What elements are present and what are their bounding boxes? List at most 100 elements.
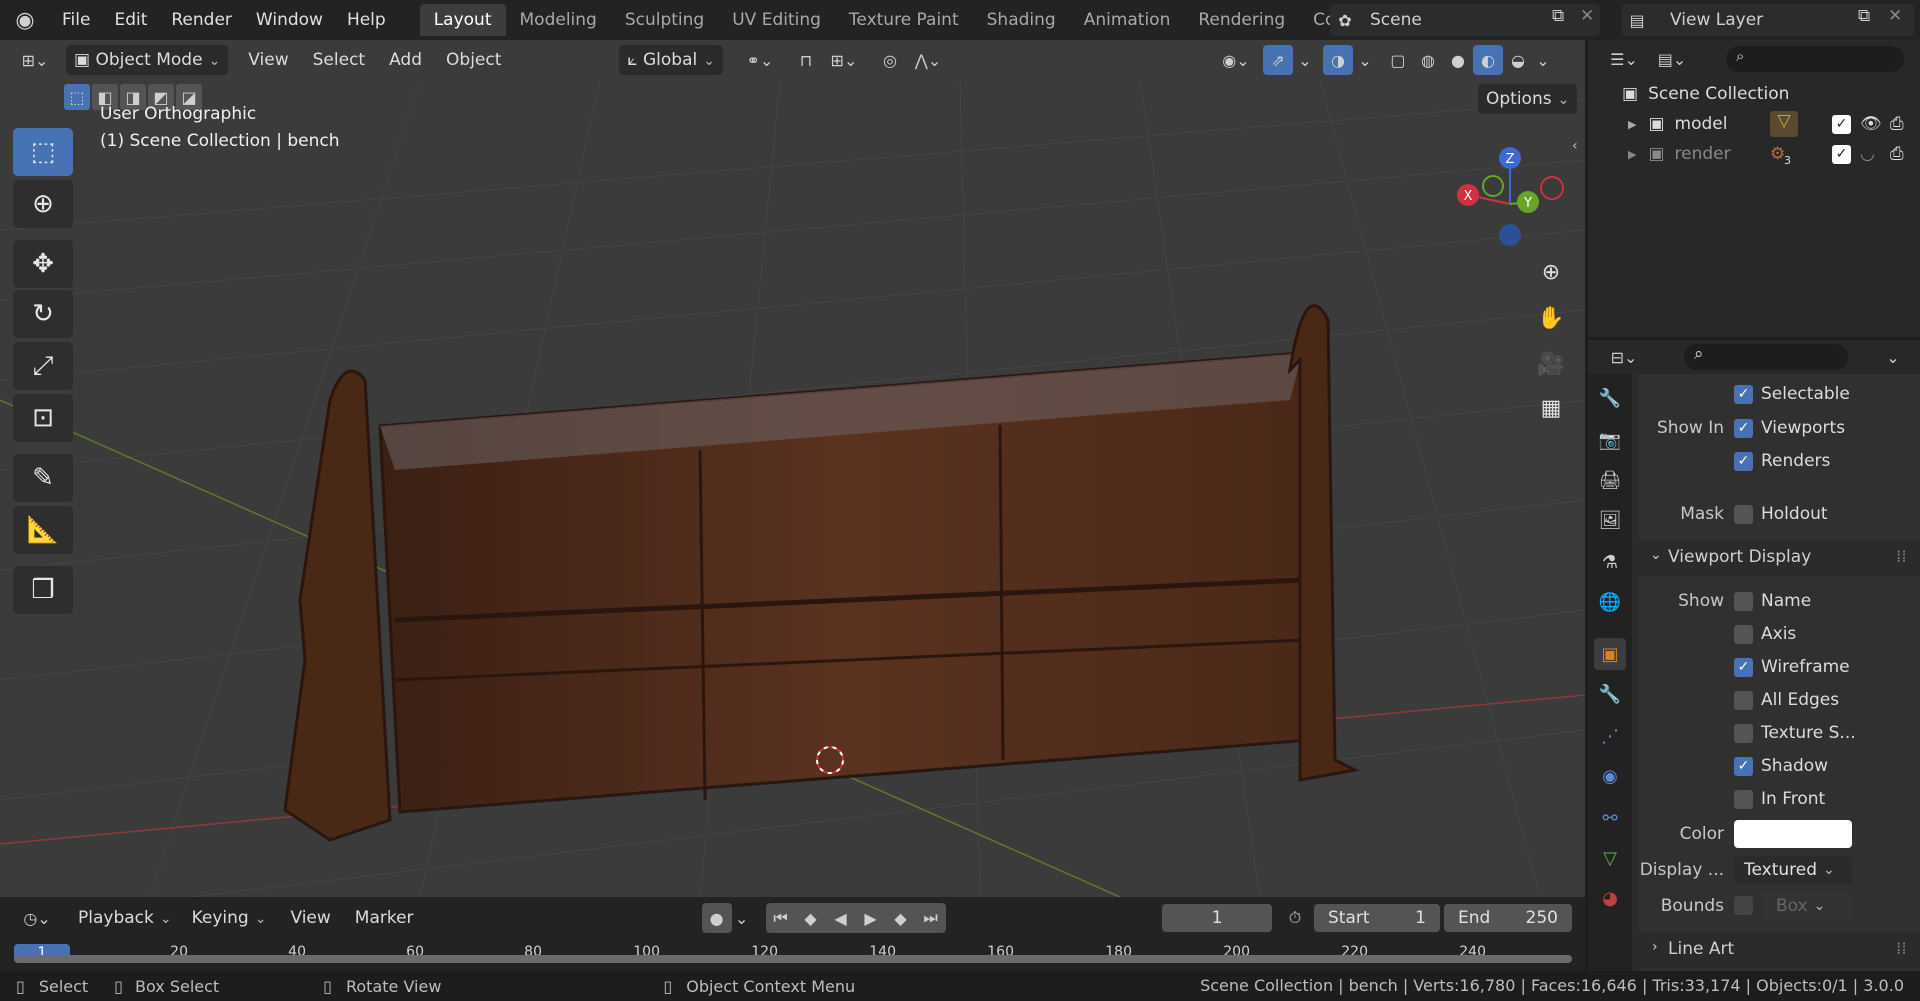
show-shadow-checkbox[interactable]: ✓ Shadow bbox=[1734, 756, 1828, 776]
current-frame-field[interactable]: 1 bbox=[1162, 904, 1272, 932]
xray-icon[interactable]: ▢ bbox=[1383, 45, 1413, 75]
jump-start-icon[interactable]: ⏮ bbox=[766, 903, 796, 933]
object-tab-icon[interactable]: ▣ bbox=[1594, 638, 1626, 670]
select-new-icon[interactable]: ⬚ bbox=[64, 84, 90, 110]
pivot-point-icon[interactable]: ⚭⌄ bbox=[737, 45, 783, 75]
timeline-menu-view[interactable]: View bbox=[282, 903, 338, 933]
eye-icon[interactable]: 👁 bbox=[1860, 114, 1882, 134]
close-scene-icon[interactable]: ✕ bbox=[1580, 6, 1594, 26]
shading-rendered-icon[interactable]: ◒ bbox=[1503, 45, 1533, 75]
snap-icon[interactable]: ⊓ bbox=[791, 45, 821, 75]
bounds-checkbox[interactable] bbox=[1734, 896, 1761, 920]
menu-help[interactable]: Help bbox=[335, 0, 398, 40]
navigation-gizmo[interactable]: Z X Y bbox=[1440, 126, 1580, 256]
tab-shading[interactable]: Shading bbox=[973, 4, 1070, 36]
tab-animation[interactable]: Animation bbox=[1070, 4, 1185, 36]
particles-tab-icon[interactable]: ⋰ bbox=[1594, 720, 1626, 752]
eye-closed-icon[interactable]: ◡ bbox=[1860, 144, 1875, 164]
modifier-tab-icon[interactable]: 🔧 bbox=[1594, 678, 1626, 710]
new-scene-icon[interactable]: ⧉ bbox=[1552, 6, 1564, 26]
cursor-tool[interactable]: ⊕ bbox=[13, 180, 73, 228]
shading-dropdown-icon[interactable]: ⌄ bbox=[1533, 45, 1553, 75]
tab-sculpting[interactable]: Sculpting bbox=[611, 4, 718, 36]
shading-solid-icon[interactable]: ● bbox=[1443, 45, 1473, 75]
ortho-grid-icon[interactable]: ▦ bbox=[1531, 388, 1571, 428]
tab-layout[interactable]: Layout bbox=[419, 4, 506, 36]
menu-edit[interactable]: Edit bbox=[102, 0, 159, 40]
proportional-edit-icon[interactable]: ◎ bbox=[875, 45, 905, 75]
viewport-display-panel-header[interactable]: ⌄ Viewport Display ⁞⁞ bbox=[1638, 540, 1920, 576]
3d-viewport[interactable]: ⊞⌄ ▣ Object Mode View Select Add Object … bbox=[0, 40, 1585, 897]
viewport-menu-view[interactable]: View bbox=[240, 45, 296, 75]
constraints-tab-icon[interactable]: ⚯ bbox=[1594, 802, 1626, 834]
auto-key-icon[interactable]: ● bbox=[701, 903, 732, 933]
tool-tab-icon[interactable]: 🔧 bbox=[1594, 382, 1626, 414]
tab-texture-paint[interactable]: Texture Paint bbox=[835, 4, 973, 36]
scene-selector[interactable]: ✿ Scene ⧉ ✕ bbox=[1330, 4, 1600, 36]
viewports-checkbox[interactable]: ✓ Viewports bbox=[1734, 418, 1845, 438]
next-keyframe-icon[interactable]: ◆ bbox=[886, 903, 916, 933]
outliner-search-input[interactable]: ⌕ bbox=[1726, 46, 1904, 72]
show-axis-checkbox[interactable]: Axis bbox=[1734, 624, 1796, 644]
data-tab-icon[interactable]: ▽ bbox=[1594, 842, 1626, 874]
visibility-icon[interactable]: ◉⌄ bbox=[1213, 45, 1259, 75]
camera-render-icon[interactable]: ⎙ bbox=[1890, 114, 1904, 134]
outliner-scene-collection[interactable]: ▣ Scene Collection bbox=[1622, 84, 1789, 104]
pan-hand-icon[interactable]: ✋ bbox=[1531, 298, 1571, 338]
selectable-checkbox[interactable]: ✓ Selectable bbox=[1734, 384, 1850, 404]
auto-key-dropdown-icon[interactable]: ⌄ bbox=[732, 903, 752, 933]
outliner-editor-icon[interactable]: ☰⌄ bbox=[1602, 44, 1646, 74]
menu-render[interactable]: Render bbox=[159, 0, 244, 40]
world-tab-icon[interactable]: 🌐 bbox=[1594, 586, 1626, 618]
drag-handle-icon[interactable]: ⁞⁞ bbox=[1896, 939, 1907, 959]
transform-tool[interactable]: ⊡ bbox=[13, 394, 73, 442]
outliner-item-model[interactable]: ▶ ▣ model ▽ ✓ 👁 ⎙ bbox=[1628, 111, 1918, 137]
gizmo-dropdown-icon[interactable]: ⌄ bbox=[1293, 45, 1317, 75]
viewport-menu-object[interactable]: Object bbox=[438, 45, 509, 75]
shading-material-icon[interactable]: ◐ bbox=[1472, 45, 1503, 75]
holdout-checkbox[interactable]: Holdout bbox=[1734, 504, 1828, 524]
material-tab-icon[interactable]: ◕ bbox=[1594, 882, 1626, 914]
snap-target-icon[interactable]: ⊞⌄ bbox=[821, 45, 867, 75]
physics-tab-icon[interactable]: ◉ bbox=[1594, 760, 1626, 792]
shading-wireframe-icon[interactable]: ◍ bbox=[1413, 45, 1443, 75]
outliner-item-render[interactable]: ▶ ▣ render ⚙ 3 ✓ ◡ ⎙ bbox=[1628, 144, 1918, 167]
overlays-dropdown-icon[interactable]: ⌄ bbox=[1353, 45, 1377, 75]
measure-tool[interactable]: 📐 bbox=[13, 506, 73, 554]
select-box-tool[interactable]: ⬚ bbox=[13, 128, 73, 176]
show-wireframe-checkbox[interactable]: ✓ Wireframe bbox=[1734, 657, 1850, 677]
start-frame-field[interactable]: Start 1 bbox=[1314, 904, 1440, 932]
display-mode-icon[interactable]: ▤⌄ bbox=[1650, 44, 1694, 74]
mode-dropdown[interactable]: ▣ Object Mode bbox=[66, 45, 229, 75]
viewport-menu-add[interactable]: Add bbox=[381, 45, 430, 75]
timeline-menu-playback[interactable]: Playback bbox=[70, 903, 180, 933]
scene-tab-icon[interactable]: ⚗ bbox=[1594, 546, 1626, 578]
display-as-dropdown[interactable]: Textured bbox=[1734, 856, 1852, 884]
exclude-checkbox[interactable]: ✓ bbox=[1832, 114, 1851, 134]
timeline-editor-icon[interactable]: ◷⌄ bbox=[14, 903, 60, 933]
expand-arrow-icon[interactable]: ▶ bbox=[1628, 148, 1636, 161]
bounds-type-dropdown[interactable]: Box bbox=[1762, 892, 1852, 920]
scale-tool[interactable]: ⤢ bbox=[13, 342, 73, 390]
transform-orientation-dropdown[interactable]: ⟀ Global bbox=[619, 45, 723, 75]
camera-view-icon[interactable]: 🎥 bbox=[1531, 344, 1571, 384]
expand-arrow-icon[interactable]: ▶ bbox=[1628, 118, 1636, 131]
properties-options-icon[interactable]: ⌄ bbox=[1878, 342, 1908, 372]
timeline-menu-keying[interactable]: Keying bbox=[184, 903, 275, 933]
drag-handle-icon[interactable]: ⁞⁞ bbox=[1896, 547, 1907, 567]
color-swatch[interactable] bbox=[1734, 820, 1852, 848]
play-icon[interactable]: ▶ bbox=[856, 903, 886, 933]
renders-checkbox[interactable]: ✓ Renders bbox=[1734, 451, 1830, 471]
zoom-icon[interactable]: ⊕ bbox=[1531, 252, 1571, 292]
menu-window[interactable]: Window bbox=[244, 0, 335, 40]
object-data-icon[interactable]: ▽ bbox=[1770, 111, 1798, 137]
overlays-toggle-icon[interactable]: ◑ bbox=[1322, 45, 1353, 75]
menu-file[interactable]: File bbox=[50, 0, 102, 40]
line-art-panel-header[interactable]: › Line Art ⁞⁞ bbox=[1638, 932, 1920, 968]
camera-render-icon[interactable]: ⎙ bbox=[1890, 144, 1904, 164]
timeline-scrollbar[interactable] bbox=[14, 955, 1572, 963]
tab-uv-editing[interactable]: UV Editing bbox=[718, 4, 835, 36]
gizmo-toggle-icon[interactable]: ⇗ bbox=[1262, 45, 1293, 75]
exclude-checkbox[interactable]: ✓ bbox=[1832, 144, 1851, 164]
blender-logo-icon[interactable]: ◉ bbox=[0, 5, 50, 35]
